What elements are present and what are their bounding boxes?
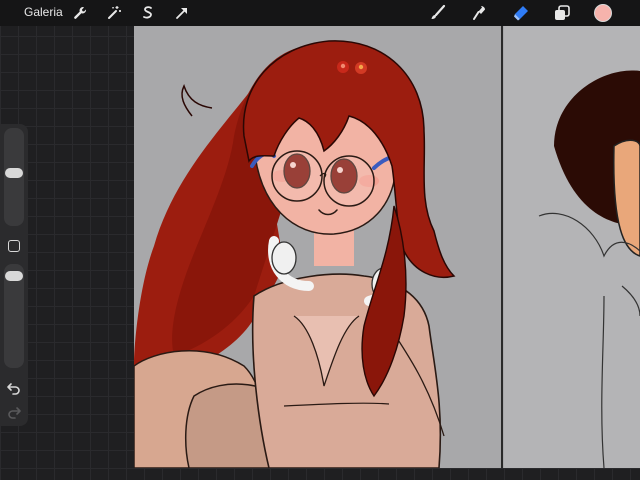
hair-clip-1-highlight xyxy=(340,63,346,69)
brush-size-handle[interactable] xyxy=(5,167,23,178)
opacity-handle[interactable] xyxy=(5,270,23,281)
gallery-button[interactable]: Galeria xyxy=(24,5,63,19)
smudge-icon[interactable] xyxy=(470,3,490,23)
artwork xyxy=(134,26,640,468)
jacket xyxy=(251,273,442,468)
color-picker-swatch[interactable] xyxy=(594,4,612,22)
headphone-cup-left xyxy=(271,241,297,275)
opacity-slider[interactable] xyxy=(4,264,24,368)
brush-size-slider[interactable] xyxy=(4,128,24,226)
selection-icon[interactable] xyxy=(138,3,158,23)
left-sidebar xyxy=(0,124,28,426)
layers-icon[interactable] xyxy=(552,3,572,23)
wrench-icon[interactable] xyxy=(70,3,90,23)
hair-curl xyxy=(181,84,213,117)
brush-icon[interactable] xyxy=(428,3,448,23)
top-toolbar: Galeria xyxy=(0,0,640,26)
drawing-canvas[interactable] xyxy=(134,26,640,468)
modify-button[interactable] xyxy=(8,240,20,252)
eraser-icon[interactable] xyxy=(511,3,531,23)
glasses-lens-left xyxy=(271,150,323,202)
transform-arrow-icon[interactable] xyxy=(172,3,192,23)
undo-icon[interactable] xyxy=(6,380,22,396)
hair-clip-2-highlight xyxy=(358,64,364,70)
redo-icon[interactable] xyxy=(6,404,22,420)
glasses-lens-right xyxy=(323,155,375,207)
magic-wand-icon[interactable] xyxy=(104,3,124,23)
